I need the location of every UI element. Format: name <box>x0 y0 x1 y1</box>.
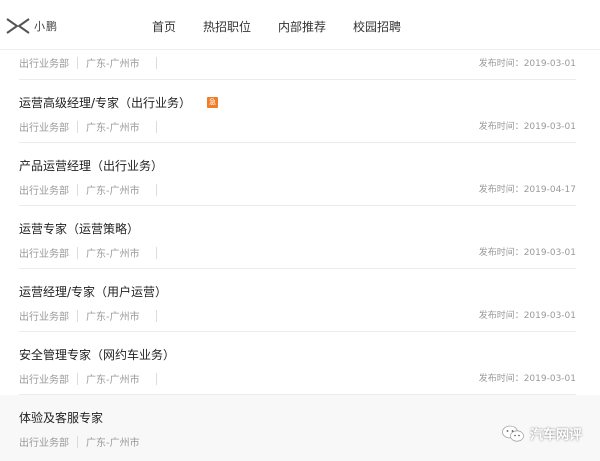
job-department: 出行业务部 <box>19 123 69 134</box>
job-city: 广东-广州市 <box>86 312 140 323</box>
job-meta: 出行业务部 广东-广州市 <box>19 245 165 260</box>
nav-item-campus[interactable]: 校园招聘 <box>353 18 401 35</box>
job-city: 广东-广州市 <box>86 186 140 197</box>
job-city: 广东-广州市 <box>86 59 140 70</box>
urgent-badge-icon: 急 <box>207 97 219 108</box>
job-row[interactable]: 运营高级经理/专家（出行业务） 急 出行业务部 广东-广州市 发布时间：2019… <box>0 80 600 143</box>
job-title-text: 体验及客服专家 <box>19 411 104 425</box>
meta-separator <box>77 309 78 322</box>
job-title[interactable]: 体验及客服专家 <box>19 409 103 426</box>
job-title[interactable]: 安全管理专家（网约车业务） <box>19 346 175 363</box>
meta-separator <box>77 56 78 69</box>
job-title[interactable]: 产品运营经理（出行业务） <box>19 157 163 174</box>
job-title[interactable]: 运营经理/专家（用户运营） <box>19 283 167 300</box>
job-meta: 出行业务部 广东-广州市 <box>19 182 165 197</box>
top-nav-bar: 小鹏 首页 热招职位 内部推荐 校园招聘 <box>0 0 600 50</box>
job-department: 出行业务部 <box>19 438 69 449</box>
job-meta: 出行业务部 广东-广州市 <box>19 55 165 70</box>
job-title-text: 产品运营经理（出行业务） <box>19 159 164 173</box>
meta-separator <box>155 120 157 133</box>
job-row[interactable]: 运营专家（运营策略） 出行业务部 广东-广州市 发布时间：2019-03-01 <box>0 206 600 269</box>
job-department: 出行业务部 <box>19 59 69 70</box>
job-title-text: 运营专家（运营策略） <box>19 222 140 236</box>
job-city: 广东-广州市 <box>86 375 140 386</box>
job-publish-date: 发布时间：2019-03-01 <box>478 248 576 258</box>
job-row[interactable]: 产品运营经理（出行业务） 出行业务部 广东-广州市 发布时间：2019-04-1… <box>0 143 600 206</box>
job-row[interactable]: 运营经理/专家（用户运营） 出行业务部 广东-广州市 发布时间：2019-03-… <box>0 269 600 332</box>
watermark: 汽车网评 <box>502 424 582 443</box>
job-title[interactable]: 运营专家（运营策略） <box>19 220 139 237</box>
job-row[interactable]: 出行业务部 广东-广州市 发布时间：2019-03-01 <box>0 50 600 80</box>
nav-item-referral[interactable]: 内部推荐 <box>278 18 326 35</box>
watermark-text: 汽车网评 <box>529 428 582 443</box>
job-publish-date: 发布时间：2019-03-01 <box>478 59 576 69</box>
job-department: 出行业务部 <box>19 249 69 260</box>
meta-separator <box>155 309 157 322</box>
nav-item-home[interactable]: 首页 <box>152 18 176 35</box>
brand-name: 小鹏 <box>34 20 58 33</box>
job-department: 出行业务部 <box>19 312 69 323</box>
meta-separator <box>77 246 78 259</box>
job-publish-date: 发布时间：2019-04-17 <box>478 185 576 195</box>
xpeng-x-logo-icon <box>6 18 30 34</box>
job-meta: 出行业务部 广东-广州市 <box>19 434 148 449</box>
job-title-text: 运营经理/专家（用户运营） <box>19 285 168 299</box>
job-meta: 出行业务部 广东-广州市 <box>19 371 165 386</box>
job-city: 广东-广州市 <box>86 249 140 260</box>
main-nav: 首页 热招职位 内部推荐 校园招聘 <box>152 18 428 35</box>
meta-separator <box>77 183 78 196</box>
job-meta: 出行业务部 广东-广州市 <box>19 119 165 134</box>
job-department: 出行业务部 <box>19 375 69 386</box>
job-meta: 出行业务部 广东-广州市 <box>19 308 165 323</box>
job-title-text: 安全管理专家（网约车业务） <box>19 348 176 362</box>
job-title[interactable]: 运营高级经理/专家（出行业务） 急 <box>19 94 219 111</box>
job-title-text: 运营高级经理/专家（出行业务） <box>19 96 192 110</box>
meta-separator <box>77 372 78 385</box>
brand-logo[interactable]: 小鹏 <box>6 16 58 36</box>
job-city: 广东-广州市 <box>86 438 140 449</box>
meta-separator <box>155 246 157 259</box>
job-city: 广东-广州市 <box>86 123 140 134</box>
meta-separator <box>155 56 157 69</box>
job-publish-date: 发布时间：2019-03-01 <box>478 311 576 321</box>
job-publish-date: 发布时间：2019-03-01 <box>478 122 576 132</box>
nav-item-hot-jobs[interactable]: 热招职位 <box>203 18 251 35</box>
job-row[interactable]: 安全管理专家（网约车业务） 出行业务部 广东-广州市 发布时间：2019-03-… <box>0 332 600 395</box>
meta-separator <box>77 120 78 133</box>
job-department: 出行业务部 <box>19 186 69 197</box>
job-publish-date: 发布时间：2019-03-01 <box>478 374 576 384</box>
meta-separator <box>155 372 157 385</box>
meta-separator <box>155 183 157 196</box>
meta-separator <box>77 435 78 448</box>
wechat-icon <box>502 425 524 441</box>
